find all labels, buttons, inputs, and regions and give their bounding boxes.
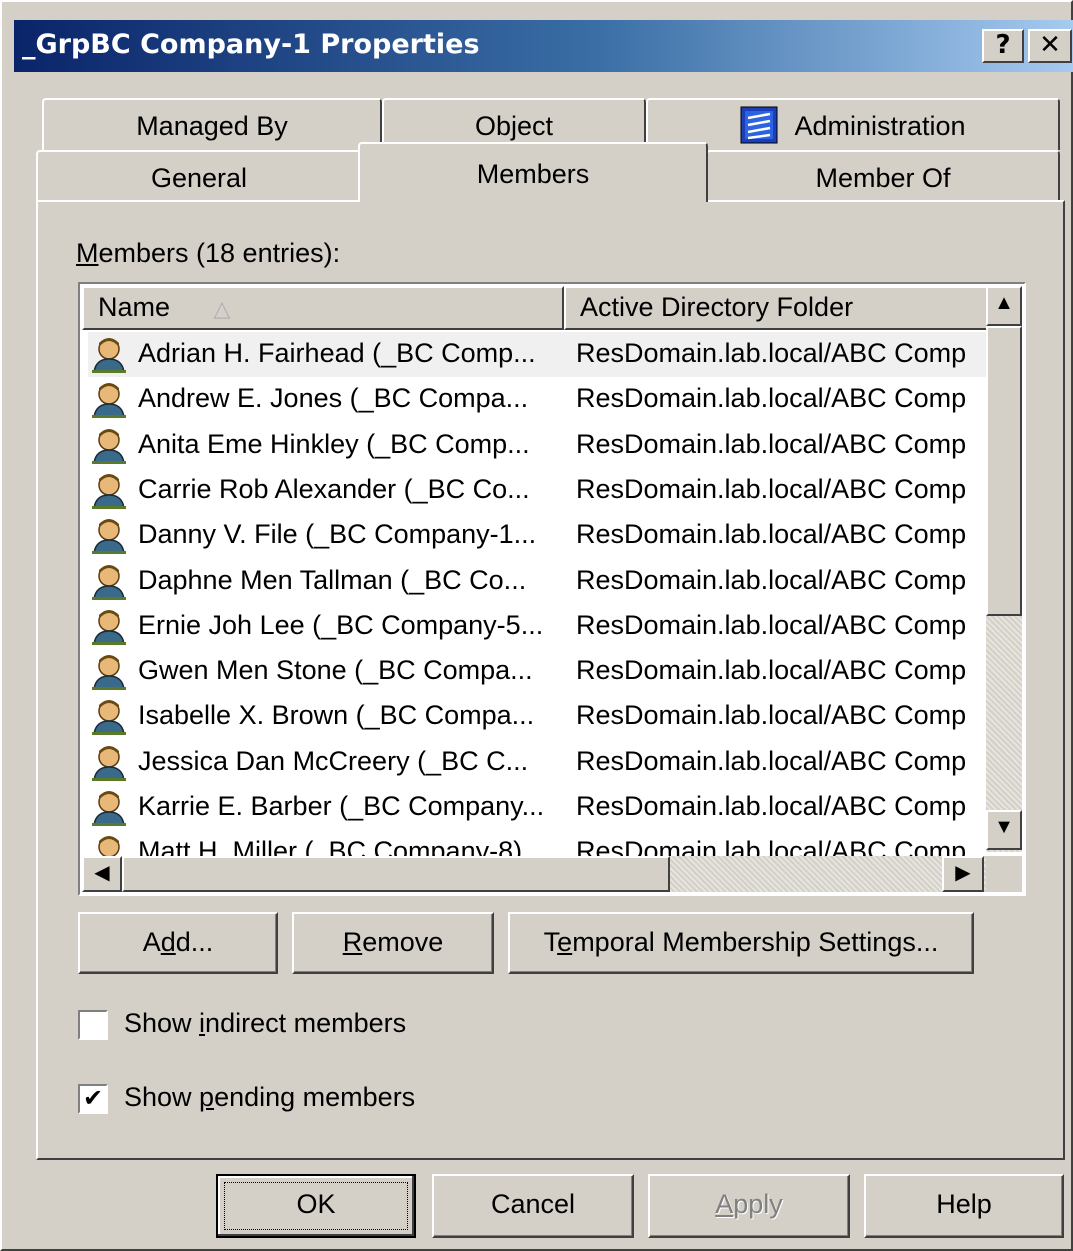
apply-button[interactable]: Apply — [648, 1174, 850, 1238]
tab-member-of[interactable]: Member Of — [706, 150, 1060, 202]
member-name: Jessica Dan McCreery (_BC C... — [138, 745, 529, 776]
member-name: Gwen Men Stone (_BC Compa... — [138, 655, 533, 686]
member-name: Danny V. File (_BC Company-1... — [138, 519, 537, 550]
member-row[interactable]: Andrew E. Jones (_BC Compa... ResDomain.l… — [88, 377, 988, 422]
tab-general[interactable]: General — [36, 150, 362, 202]
member-folder: ResDomain.lab.local/ABC Comp — [576, 745, 967, 776]
window-title: _GrpBC Company-1 Properties — [22, 29, 480, 60]
member-name: Ernie Joh Lee (_BC Company-5... — [138, 609, 544, 640]
member-row[interactable]: Adrian H. Fairhead (_BC Comp... ResDomain… — [88, 332, 988, 377]
user-icon — [92, 383, 126, 419]
member-name: Carrie Rob Alexander (_BC Co... — [138, 473, 530, 504]
members-tab-panel: Members (18 entries): Name △ Active Dire… — [36, 200, 1065, 1160]
member-folder: ResDomain.lab.local/ABC Comp — [576, 609, 967, 640]
member-folder: ResDomain.lab.local/ABC Comp — [576, 791, 967, 821]
user-icon — [92, 338, 126, 373]
member-row[interactable]: Gwen Men Stone (_BC Compa... ResDomain.la… — [88, 649, 988, 694]
member-folder: ResDomain.lab.local/ABC Comp — [576, 700, 967, 731]
member-name: Andrew E. Jones (_BC Compa... — [138, 383, 529, 414]
user-icon — [92, 428, 126, 464]
scroll-right-button[interactable]: ▶ — [942, 856, 984, 892]
cancel-button[interactable]: Cancel — [432, 1174, 634, 1238]
ok-button[interactable]: OK — [216, 1174, 416, 1238]
tab-members[interactable]: Members — [358, 142, 708, 202]
member-row[interactable]: Karrie E. Barber (_BC Company... ResDomai… — [88, 785, 988, 830]
show-pending-members-checkbox[interactable]: ✔ — [78, 1084, 108, 1114]
user-icon — [92, 519, 126, 555]
member-folder: ResDomain.lab.local/ABC Comp — [576, 383, 967, 414]
show-indirect-members-label[interactable]: Show indirect members — [124, 1008, 406, 1039]
member-row[interactable]: Jessica Dan McCreery (_BC C... ResDomain.… — [88, 740, 988, 785]
focus-rectangle — [224, 1182, 408, 1230]
show-pending-members-label[interactable]: Show pending members — [124, 1082, 415, 1113]
member-name: Isabelle X. Brown (_BC Compa... — [138, 700, 535, 731]
user-icon — [92, 745, 126, 781]
member-folder: ResDomain.lab.local/ABC Comp — [576, 519, 967, 550]
show-indirect-members-checkbox[interactable] — [78, 1010, 108, 1040]
member-name: Daphne Men Tallman (_BC Co... — [138, 564, 527, 595]
vertical-scroll-thumb[interactable] — [986, 326, 1022, 616]
member-folder: ResDomain.lab.local/ABC Comp — [576, 655, 967, 686]
member-name: Anita Eme Hinkley (_BC Comp... — [138, 428, 530, 459]
member-row[interactable]: Ernie Joh Lee (_BC Company-5... ResDomain… — [88, 604, 988, 649]
member-name: Adrian H. Fairhead (_BC Comp... — [138, 338, 536, 368]
remove-button[interactable]: Remove — [292, 912, 494, 974]
user-icon — [92, 609, 126, 645]
horizontal-scroll-thumb[interactable] — [122, 856, 670, 892]
properties-dialog: _GrpBC Company-1 Properties ? ✕ Managed … — [0, 0, 1073, 1251]
member-folder: ResDomain.lab.local/ABC Comp — [576, 473, 967, 504]
add-button[interactable]: Add... — [78, 912, 278, 974]
user-icon — [92, 791, 126, 826]
scroll-up-button[interactable]: ▲ — [986, 286, 1022, 326]
user-icon — [92, 700, 126, 736]
tab-administration[interactable]: Administration — [646, 98, 1060, 150]
member-row[interactable]: Anita Eme Hinkley (_BC Comp... ResDomain.… — [88, 423, 988, 468]
user-icon — [92, 473, 126, 509]
member-row[interactable]: Daphne Men Tallman (_BC Co... ResDomain.l… — [88, 559, 988, 604]
column-header-folder[interactable]: Active Directory Folder — [564, 286, 990, 330]
scroll-down-button[interactable]: ▼ — [986, 810, 1022, 850]
member-row[interactable]: Danny V. File (_BC Company-1... ResDomain… — [88, 513, 988, 558]
close-button[interactable]: ✕ — [1028, 29, 1072, 63]
member-folder: ResDomain.lab.local/ABC Comp — [576, 338, 967, 368]
column-header-name[interactable]: Name △ — [82, 286, 564, 330]
user-icon — [92, 655, 126, 691]
member-row[interactable]: Carrie Rob Alexander (_BC Co... ResDomain… — [88, 468, 988, 513]
members-list[interactable]: Name △ Active Directory Folder Adrian H.… — [78, 282, 1026, 896]
member-row[interactable]: Isabelle X. Brown (_BC Compa... ResDomain… — [88, 694, 988, 739]
title-bar[interactable]: _GrpBC Company-1 Properties ? ✕ — [14, 20, 1073, 72]
scroll-left-button[interactable]: ◀ — [82, 856, 122, 892]
members-count-label: Members (18 entries): — [76, 238, 341, 268]
vertical-scrollbar[interactable]: ▲ ▼ — [986, 286, 1022, 852]
member-folder: ResDomain.lab.local/ABC Comp — [576, 564, 967, 595]
administration-icon — [740, 106, 778, 144]
sort-ascending-icon: △ — [213, 296, 231, 321]
horizontal-scrollbar[interactable]: ◀ ▶ — [82, 856, 988, 892]
member-folder: ResDomain.lab.local/ABC Comp — [576, 428, 967, 459]
scrollbar-corner — [986, 856, 1022, 892]
help-button[interactable]: ? — [982, 29, 1024, 63]
temporal-membership-settings-button[interactable]: Temporal Membership Settings... — [508, 912, 974, 974]
help-dialog-button[interactable]: Help — [864, 1174, 1064, 1238]
user-icon — [92, 564, 126, 600]
member-name: Karrie E. Barber (_BC Company... — [138, 791, 545, 821]
tab-managed-by[interactable]: Managed By — [42, 98, 382, 150]
